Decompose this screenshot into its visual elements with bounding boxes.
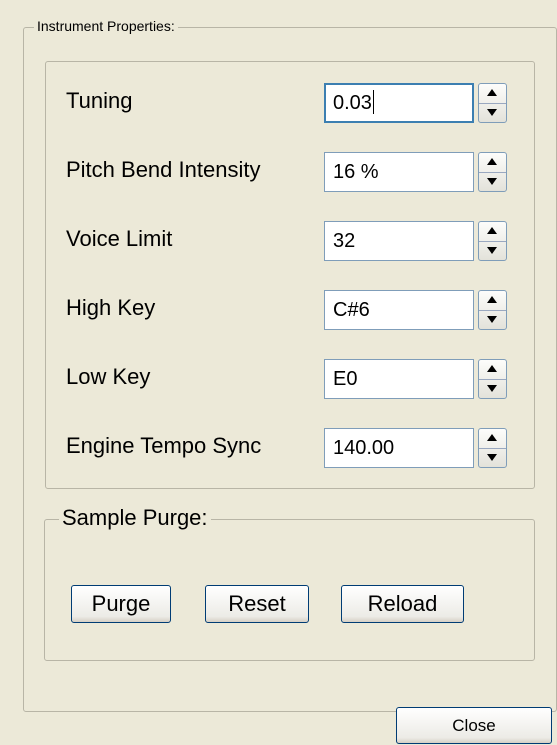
low-key-label: Low Key bbox=[66, 364, 151, 389]
voice-limit-spin-up-button[interactable] bbox=[479, 222, 506, 242]
low-key-spinner[interactable] bbox=[478, 359, 507, 399]
pitch-bend-spin-up-button[interactable] bbox=[479, 153, 506, 173]
tuning-spinner[interactable] bbox=[478, 83, 507, 123]
reload-button[interactable]: Reload bbox=[341, 585, 464, 623]
tuning-spin-down-button[interactable] bbox=[479, 103, 506, 122]
engine-tempo-sync-input[interactable]: 140.00 bbox=[324, 428, 474, 468]
reset-button[interactable]: Reset bbox=[205, 585, 309, 623]
tempo-sync-spin-up-button[interactable] bbox=[479, 429, 506, 449]
voice-limit-spinner[interactable] bbox=[478, 221, 507, 261]
low-key-input[interactable]: E0 bbox=[324, 359, 474, 399]
voice-limit-spin-down-button[interactable] bbox=[479, 241, 506, 260]
close-button[interactable]: Close bbox=[396, 707, 552, 744]
spin-up-arrow-icon bbox=[487, 365, 497, 372]
properties-panel: Tuning 0.03 Pitch Bend Intensity 16 % Vo… bbox=[45, 61, 535, 489]
instrument-properties-title: Instrument Properties: bbox=[34, 18, 178, 34]
pitch-bend-intensity-spinner[interactable] bbox=[478, 152, 507, 192]
low-key-spin-down-button[interactable] bbox=[479, 379, 506, 398]
spin-up-arrow-icon bbox=[487, 227, 497, 234]
high-key-spinner[interactable] bbox=[478, 290, 507, 330]
high-key-label: High Key bbox=[66, 295, 156, 320]
tuning-label: Tuning bbox=[66, 88, 133, 113]
pitch-bend-intensity-row: Pitch Bend Intensity 16 % bbox=[66, 152, 521, 192]
low-key-row: Low Key E0 bbox=[66, 359, 521, 399]
pitch-bend-spin-down-button[interactable] bbox=[479, 172, 506, 191]
spin-down-arrow-icon bbox=[487, 385, 497, 392]
sample-purge-title: Sample Purge: bbox=[59, 505, 211, 531]
spin-up-arrow-icon bbox=[487, 434, 497, 441]
low-key-spin-up-button[interactable] bbox=[479, 360, 506, 380]
voice-limit-input[interactable]: 32 bbox=[324, 221, 474, 261]
spin-down-arrow-icon bbox=[487, 247, 497, 254]
spin-down-arrow-icon bbox=[487, 316, 497, 323]
high-key-spin-down-button[interactable] bbox=[479, 310, 506, 329]
spin-down-arrow-icon bbox=[487, 178, 497, 185]
tuning-input[interactable]: 0.03 bbox=[324, 83, 474, 123]
spin-up-arrow-icon bbox=[487, 296, 497, 303]
tuning-row: Tuning 0.03 bbox=[66, 83, 521, 123]
spin-down-arrow-icon bbox=[487, 109, 497, 116]
engine-tempo-sync-spinner[interactable] bbox=[478, 428, 507, 468]
purge-button[interactable]: Purge bbox=[71, 585, 171, 623]
spin-up-arrow-icon bbox=[487, 89, 497, 96]
pitch-bend-intensity-label: Pitch Bend Intensity bbox=[66, 157, 261, 182]
pitch-bend-intensity-input[interactable]: 16 % bbox=[324, 152, 474, 192]
tuning-spin-up-button[interactable] bbox=[479, 84, 506, 104]
high-key-row: High Key C#6 bbox=[66, 290, 521, 330]
text-caret bbox=[372, 90, 374, 115]
spin-down-arrow-icon bbox=[487, 454, 497, 461]
engine-tempo-sync-label: Engine Tempo Sync bbox=[66, 433, 262, 458]
high-key-spin-up-button[interactable] bbox=[479, 291, 506, 311]
voice-limit-row: Voice Limit 32 bbox=[66, 221, 521, 261]
spin-up-arrow-icon bbox=[487, 158, 497, 165]
voice-limit-label: Voice Limit bbox=[66, 226, 173, 251]
high-key-input[interactable]: C#6 bbox=[324, 290, 474, 330]
engine-tempo-sync-row: Engine Tempo Sync 140.00 bbox=[66, 428, 521, 468]
tempo-sync-spin-down-button[interactable] bbox=[479, 448, 506, 467]
